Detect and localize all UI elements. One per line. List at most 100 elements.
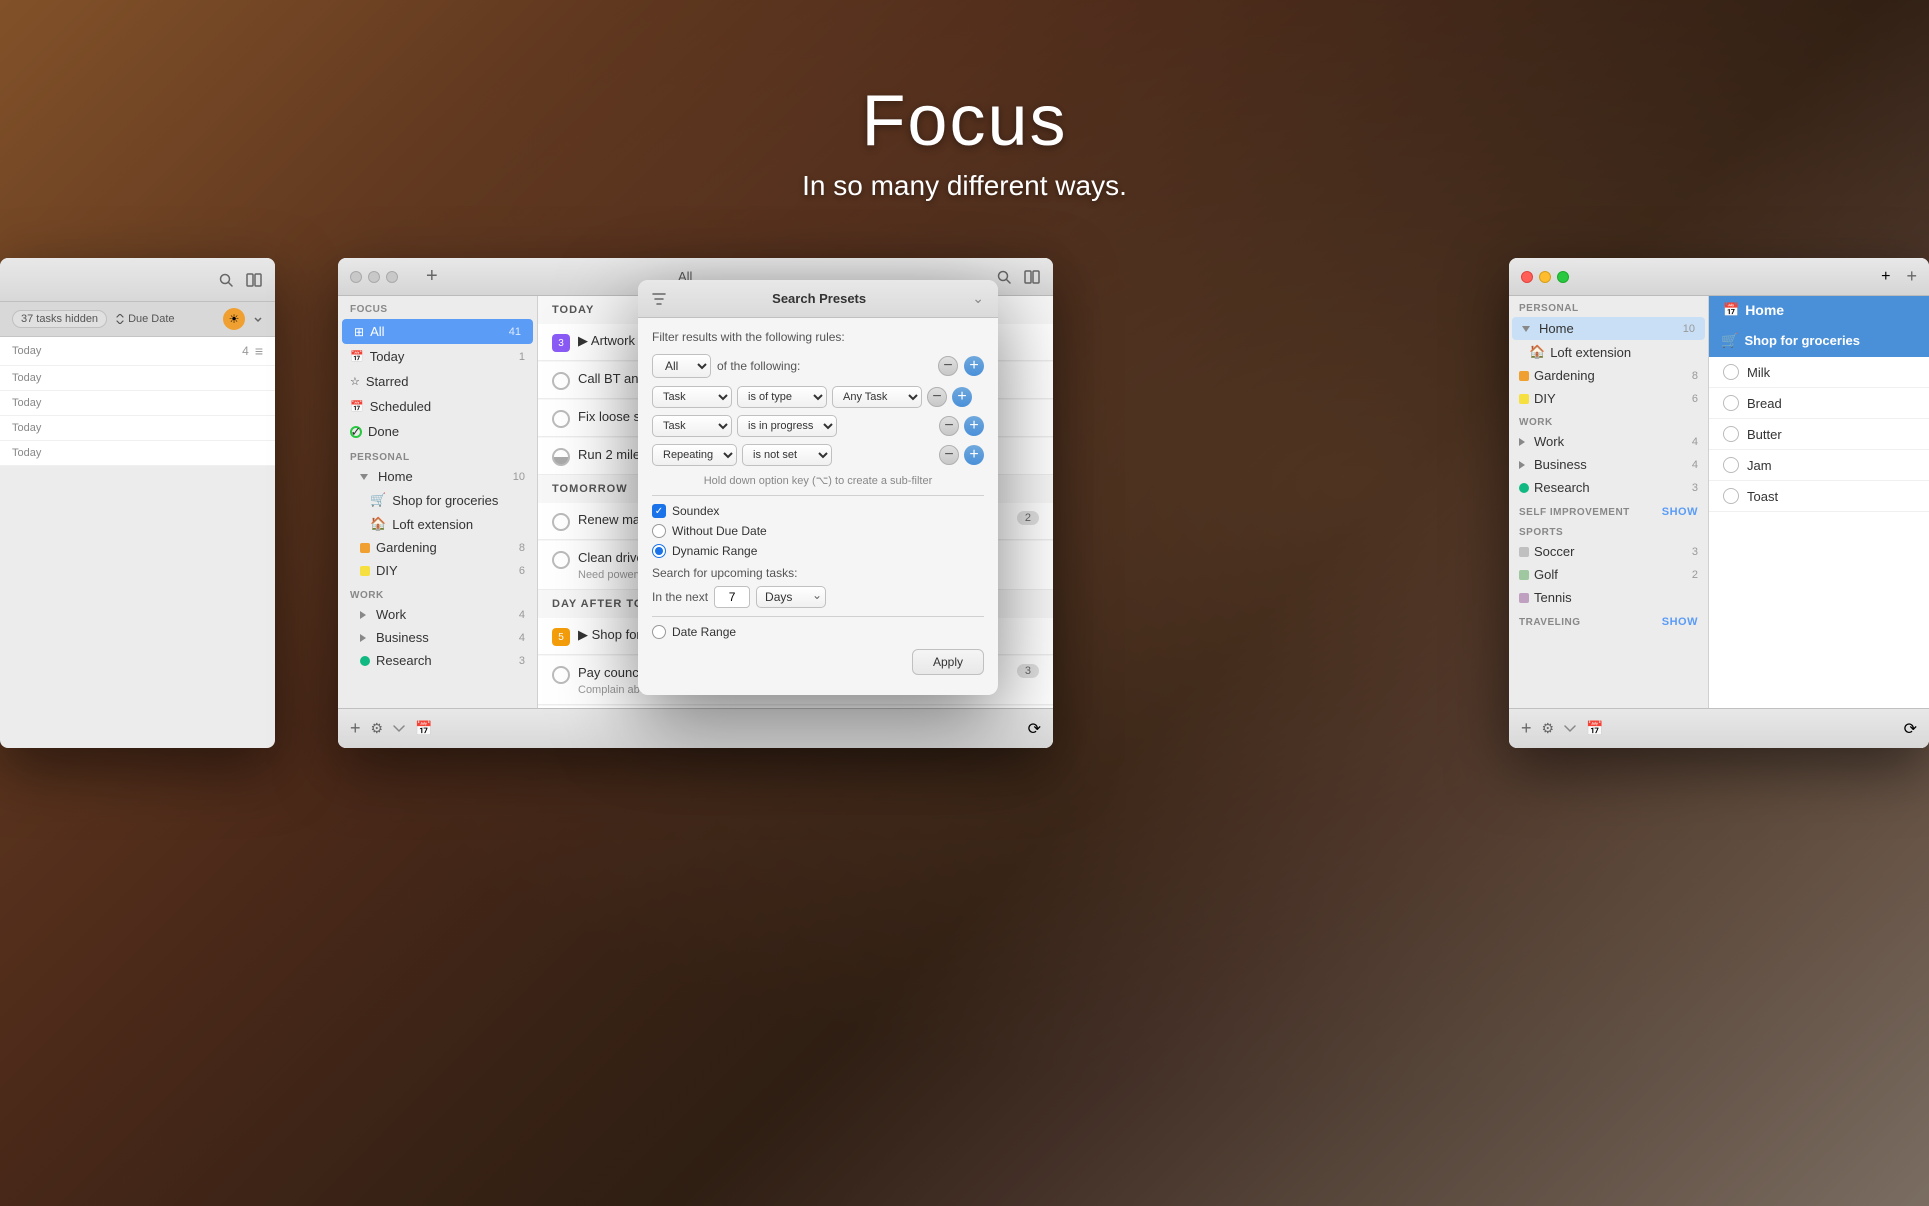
sidebar-item-gardening[interactable]: Gardening 8 xyxy=(338,536,537,559)
sidebar-item-home[interactable]: Home 10 xyxy=(338,465,537,488)
nav-loft[interactable]: 🏠 Loft extension xyxy=(1509,340,1708,364)
apply-button[interactable]: Apply xyxy=(912,649,984,675)
upcoming-label: Search for upcoming tasks: xyxy=(652,566,984,580)
nav-research[interactable]: Research 3 xyxy=(1509,476,1708,499)
soundex-row: Soundex xyxy=(652,504,984,518)
upcoming-row: In the next Days Weeks Months xyxy=(652,586,984,608)
rule1-value-select[interactable]: Any Task xyxy=(832,386,922,408)
sidebar-item-diy[interactable]: DIY 6 xyxy=(338,559,537,582)
all-select[interactable]: All Any xyxy=(652,354,711,378)
task-item: Today xyxy=(0,441,275,466)
new-task-button[interactable]: + xyxy=(426,265,438,288)
settings-icon[interactable]: ⚙ xyxy=(1542,720,1555,737)
maximize-button[interactable] xyxy=(1557,271,1569,283)
dynamic-range-radio[interactable] xyxy=(652,544,666,558)
task-circle[interactable] xyxy=(552,372,570,390)
personal-header: PERSONAL xyxy=(1509,296,1708,317)
task-circle[interactable] xyxy=(552,410,570,428)
sync-icon[interactable]: ⟳ xyxy=(1028,719,1041,739)
days-select[interactable]: Days Weeks Months xyxy=(756,586,826,608)
add-rule-2-button[interactable]: + xyxy=(964,416,984,436)
chevron-down-icon xyxy=(1564,725,1576,733)
self-improvement-show[interactable]: Show xyxy=(1662,506,1698,518)
nav-soccer[interactable]: Soccer 3 xyxy=(1509,540,1708,563)
toast-circle[interactable] xyxy=(1723,488,1739,504)
nav-scheduled[interactable]: 📅 Scheduled xyxy=(338,394,537,419)
nav-starred[interactable]: ☆ Starred xyxy=(338,369,537,394)
rule-row-3: Repeating is not set − + xyxy=(652,444,984,466)
nav-all[interactable]: ⊞ All 41 xyxy=(342,319,533,344)
add-rule-button[interactable]: + xyxy=(964,356,984,376)
right-sidebar: PERSONAL Home 10 🏠 Loft extension Garden… xyxy=(1509,296,1709,748)
remove-rule-1-button[interactable]: − xyxy=(927,387,947,407)
shop-for-groceries-item[interactable]: 🛒 Shop for groceries xyxy=(1709,324,1929,357)
expand-arrow xyxy=(1519,461,1525,469)
add-rule-1-button[interactable]: + xyxy=(952,387,972,407)
chevron-down-icon[interactable]: ⌄ xyxy=(972,290,984,307)
tennis-dot xyxy=(1519,593,1529,603)
task-circle[interactable] xyxy=(552,513,570,531)
sidebar-item-loft[interactable]: 🏠 Loft extension xyxy=(338,512,537,536)
add-icon[interactable]: + xyxy=(1521,718,1532,739)
add-rule-3-button[interactable]: + xyxy=(964,445,984,465)
settings-icon[interactable]: ⚙ xyxy=(371,720,384,737)
expand-arrow xyxy=(360,634,366,642)
search-icon[interactable] xyxy=(995,268,1013,286)
calendar-icon[interactable]: 📅 xyxy=(1586,720,1603,737)
sun-icon[interactable]: ☀ xyxy=(223,308,245,330)
nav-home[interactable]: Home 10 xyxy=(1512,317,1705,340)
add-icon[interactable]: + xyxy=(350,718,361,739)
sidebar-item-groceries[interactable]: 🛒 Shop for groceries xyxy=(338,488,537,512)
nav-today[interactable]: 📅 Today 1 xyxy=(338,344,537,369)
tasks-hidden-badge[interactable]: 37 tasks hidden xyxy=(12,310,107,328)
nav-diy[interactable]: DIY 6 xyxy=(1509,387,1708,410)
maximize-button[interactable] xyxy=(386,271,398,283)
nav-golf[interactable]: Golf 2 xyxy=(1509,563,1708,586)
layout-icon[interactable] xyxy=(1023,268,1041,286)
badge-bar: 37 tasks hidden Due Date ☀ xyxy=(0,302,275,337)
remove-rule-2-button[interactable]: − xyxy=(939,416,959,436)
rule3-field-select[interactable]: Repeating xyxy=(652,444,737,466)
traveling-show[interactable]: Show xyxy=(1662,616,1698,628)
sort-button[interactable]: Due Date xyxy=(115,313,174,325)
work-section-header: WORK xyxy=(338,582,537,603)
remove-rule-button[interactable]: − xyxy=(938,356,958,376)
butter-circle[interactable] xyxy=(1723,426,1739,442)
nav-tennis[interactable]: Tennis xyxy=(1509,586,1708,609)
in-next-input[interactable] xyxy=(714,586,750,608)
minimize-button[interactable] xyxy=(1539,271,1551,283)
rule2-field-select[interactable]: Task xyxy=(652,415,732,437)
sidebar-item-business[interactable]: Business 4 xyxy=(338,626,537,649)
sync-icon[interactable]: ⟳ xyxy=(1904,719,1917,739)
nav-gardening[interactable]: Gardening 8 xyxy=(1509,364,1708,387)
remove-rule-3-button[interactable]: − xyxy=(939,445,959,465)
rule2-op-select[interactable]: is in progress xyxy=(737,415,837,437)
layout-icon[interactable] xyxy=(245,271,263,289)
date-range-radio[interactable] xyxy=(652,625,666,639)
diy-dot xyxy=(360,566,370,576)
rule3-op-select[interactable]: is not set xyxy=(742,444,832,466)
milk-circle[interactable] xyxy=(1723,364,1739,380)
task-circle[interactable] xyxy=(552,666,570,684)
new-item-button[interactable]: + xyxy=(1881,268,1890,286)
calendar-icon[interactable]: 📅 xyxy=(415,720,432,737)
bread-circle[interactable] xyxy=(1723,395,1739,411)
sidebar-item-research[interactable]: Research 3 xyxy=(338,649,537,672)
soundex-checkbox[interactable] xyxy=(652,504,666,518)
without-due-radio[interactable] xyxy=(652,524,666,538)
search-icon[interactable] xyxy=(217,271,235,289)
rule1-op-select[interactable]: is of type xyxy=(737,386,827,408)
close-button[interactable] xyxy=(350,271,362,283)
nav-done[interactable]: ✓ Done xyxy=(338,419,537,444)
sidebar-item-work[interactable]: Work 4 xyxy=(338,603,537,626)
task-circle[interactable] xyxy=(552,448,570,466)
minimize-button[interactable] xyxy=(368,271,380,283)
jam-circle[interactable] xyxy=(1723,457,1739,473)
nav-work[interactable]: Work 4 xyxy=(1509,430,1708,453)
hero-title: Focus xyxy=(802,80,1127,162)
expand-arrow xyxy=(1522,326,1530,332)
task-circle[interactable] xyxy=(552,551,570,569)
nav-business[interactable]: Business 4 xyxy=(1509,453,1708,476)
close-button[interactable] xyxy=(1521,271,1533,283)
rule1-field-select[interactable]: Task xyxy=(652,386,732,408)
